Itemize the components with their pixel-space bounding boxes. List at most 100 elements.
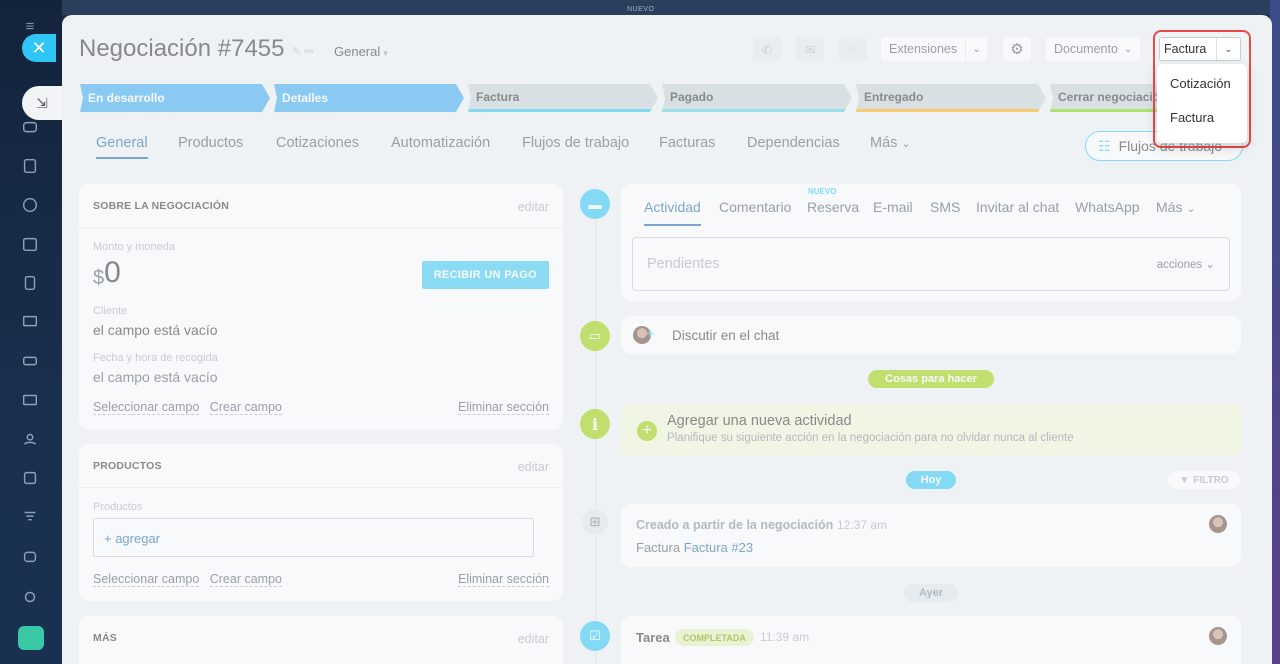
created-title: Creado a partir de la negociación	[636, 518, 834, 532]
delete-section-link[interactable]: Eliminar sección	[457, 572, 549, 587]
stage-factura[interactable]: Factura	[468, 84, 658, 112]
tab-general[interactable]: General	[96, 135, 148, 159]
invoice-link[interactable]: Factura #23	[684, 540, 753, 555]
created-body: Factura Factura #23	[636, 540, 753, 555]
pending-field[interactable]: Pendientes acciones ⌄	[632, 237, 1230, 291]
documents-icon[interactable]	[20, 273, 40, 293]
collapse-icon: ⇲	[36, 94, 48, 111]
new-activity-card[interactable]: + Agregar una nueva actividad Planifique…	[621, 404, 1241, 456]
settings-button[interactable]: ⚙	[1003, 37, 1031, 61]
phone-button[interactable]: ✆	[753, 37, 781, 61]
created-prefix: Factura	[636, 540, 681, 555]
chat-button[interactable]: ◌	[839, 37, 867, 61]
menu-item-cotizacion[interactable]: Cotización	[1157, 76, 1247, 110]
minimize-slider-button[interactable]: ⇲	[22, 86, 62, 120]
sites-icon[interactable]	[20, 351, 40, 371]
today-pill: Hoy	[906, 471, 956, 489]
tab-flujos[interactable]: Flujos de trabajo	[522, 135, 629, 151]
select-field-link[interactable]: Seleccionar campo	[93, 572, 200, 587]
link-icon[interactable]: ⚯	[304, 46, 313, 58]
contacts-icon[interactable]	[20, 429, 40, 449]
extensions-button[interactable]: Extensiones ⌄	[881, 37, 988, 61]
tab-facturas[interactable]: Facturas	[659, 135, 715, 151]
activity-tab-sms[interactable]: SMS	[930, 199, 960, 215]
edit-link[interactable]: editar	[518, 460, 549, 487]
pencil-icon[interactable]: ✎	[292, 46, 301, 58]
activity-icon: ▬	[580, 189, 610, 219]
stage-pagado[interactable]: Pagado	[662, 84, 852, 112]
chevron-down-icon: ⌄	[1205, 259, 1215, 271]
nuevo-badge: NUEVO	[808, 187, 837, 196]
document-button[interactable]: Documento ⌄	[1046, 37, 1141, 61]
menu-icon[interactable]: ≡	[20, 16, 40, 36]
printer-icon[interactable]	[18, 626, 44, 650]
chat-timeline-icon: ▭	[580, 321, 610, 351]
activity-tab-mas[interactable]: Más ⌄	[1156, 199, 1196, 215]
stage-entregado[interactable]: Entregado	[856, 84, 1046, 112]
chat-card[interactable]: + Discutir en el chat	[621, 316, 1241, 354]
stage-label: Factura	[476, 89, 520, 104]
calendar-icon[interactable]	[20, 234, 40, 254]
robot-icon[interactable]	[20, 546, 40, 566]
stage-detalles[interactable]: Detalles	[274, 84, 464, 112]
activity-tab-whatsapp[interactable]: WhatsApp	[1075, 199, 1140, 215]
tab-dependencias[interactable]: Dependencias	[747, 135, 840, 151]
checklist-icon[interactable]	[20, 468, 40, 488]
pickup-label: Fecha y hora de recogida	[93, 352, 218, 364]
activity-tab-actividad[interactable]: Actividad	[644, 199, 701, 226]
stage-label: Entregado	[864, 89, 924, 104]
settings-icon[interactable]	[20, 587, 40, 607]
activity-tab-comentario[interactable]: Comentario	[719, 199, 791, 215]
stage-bar: En desarrollo Detalles Factura Pagado En…	[80, 84, 1260, 112]
create-field-link[interactable]: Crear campo	[209, 572, 282, 587]
chevron-down-icon: ⌄	[965, 37, 987, 61]
stage-label: En desarrollo	[88, 91, 165, 105]
filter-stack-icon[interactable]	[20, 507, 40, 527]
plus-icon: +	[646, 325, 655, 341]
create-field-link[interactable]: Crear campo	[209, 400, 282, 415]
edit-link[interactable]: editar	[518, 200, 549, 227]
pipeline-select[interactable]: General ▾	[334, 44, 388, 59]
add-product-field[interactable]: + agregar	[93, 518, 534, 557]
activity-tab-invitar[interactable]: Invitar al chat	[976, 199, 1059, 215]
chat-label: Discutir en el chat	[672, 328, 780, 343]
crm-icon[interactable]	[20, 195, 40, 215]
delete-section-link[interactable]: Eliminar sección	[457, 400, 549, 415]
close-icon: ✕	[31, 37, 47, 58]
tab-automatizacion[interactable]: Automatización	[391, 135, 490, 151]
info-icon: i	[580, 409, 610, 439]
pending-placeholder: Pendientes	[647, 256, 720, 272]
mail-button[interactable]: ✉	[796, 37, 824, 61]
tab-cotizaciones[interactable]: Cotizaciones	[276, 135, 359, 151]
select-field-link[interactable]: Seleccionar campo	[93, 400, 200, 415]
activity-tab-reserva[interactable]: Reserva	[807, 199, 859, 215]
filter-button[interactable]: ▼ FILTRO	[1168, 471, 1240, 489]
boards-icon[interactable]	[20, 312, 40, 332]
chevron-down-icon[interactable]: ⌄	[1216, 38, 1240, 60]
yesterday-pill: Ayer	[904, 584, 958, 602]
chevron-down-icon: ⌄	[1186, 203, 1196, 215]
actions-dropdown[interactable]: acciones ⌄	[1157, 257, 1215, 271]
receive-payment-button[interactable]: RECIBIR UN PAGO	[421, 261, 549, 289]
stage-label: Pagado	[670, 89, 714, 104]
mail-icon[interactable]	[20, 390, 40, 410]
task-time: 11:39 am	[760, 630, 810, 644]
stage-en-desarrollo[interactable]: En desarrollo	[80, 84, 270, 112]
tab-mas[interactable]: Más ⌄	[870, 135, 911, 151]
products-label: Productos	[93, 501, 143, 513]
edit-link[interactable]: editar	[518, 632, 549, 660]
tab-productos[interactable]: Productos	[178, 135, 243, 151]
chat-icon[interactable]	[20, 118, 40, 138]
client-label: Cliente	[93, 305, 128, 317]
activity-tab-email[interactable]: E-mail	[873, 199, 913, 215]
activity-tab-mas-label: Más	[1156, 199, 1183, 215]
invoice-split-button[interactable]: Factura ⌄	[1159, 37, 1241, 61]
menu-item-factura[interactable]: Factura	[1157, 110, 1247, 144]
tasks-icon[interactable]	[20, 156, 40, 176]
pipeline-label: General	[334, 44, 381, 59]
title-edit-icons[interactable]: ✎ ⚯	[292, 45, 314, 58]
close-slider-button[interactable]: ✕	[22, 34, 56, 62]
new-activity-title: Agregar una nueva actividad	[667, 413, 852, 429]
amount-value: $ 0	[93, 256, 121, 290]
created-time: 12:37 am	[837, 518, 888, 532]
